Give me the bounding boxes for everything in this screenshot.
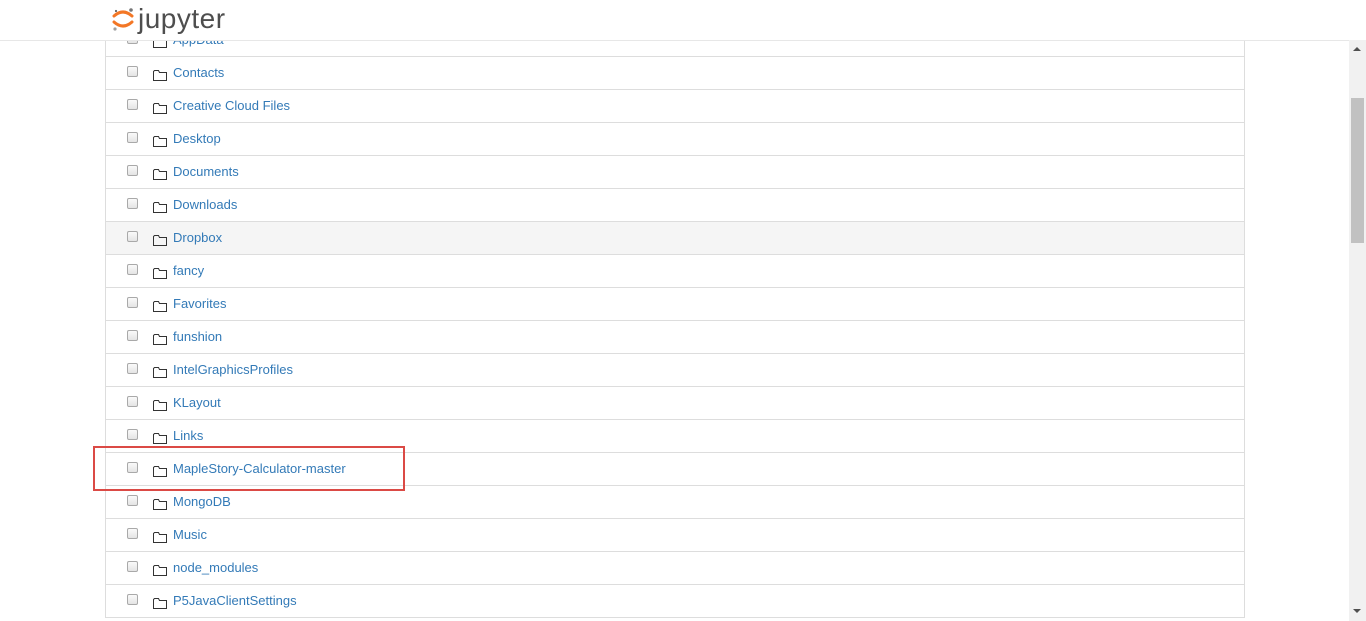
file-list-row[interactable]: node_modules <box>106 552 1244 585</box>
folder-link[interactable]: Links <box>173 428 203 444</box>
folder-link[interactable]: Dropbox <box>173 230 222 246</box>
scrollbar-top-gap <box>1349 0 1366 40</box>
folder-link[interactable]: Contacts <box>173 65 224 81</box>
file-list-row[interactable]: Desktop <box>106 123 1244 156</box>
file-list-row[interactable]: Links <box>106 420 1244 453</box>
row-checkbox[interactable] <box>127 264 138 275</box>
notebook-header: jupyter <box>0 0 1349 41</box>
folder-link[interactable]: fancy <box>173 263 204 279</box>
file-list-row[interactable]: Downloads <box>106 189 1244 222</box>
folder-icon <box>153 464 167 477</box>
file-list-row[interactable]: Contacts <box>106 57 1244 90</box>
scroll-up-arrow-icon[interactable] <box>1353 47 1361 51</box>
folder-link[interactable]: Downloads <box>173 197 237 213</box>
row-checkbox[interactable] <box>127 561 138 572</box>
folder-link[interactable]: node_modules <box>173 560 258 576</box>
folder-icon <box>153 134 167 147</box>
folder-icon <box>153 200 167 213</box>
file-list-row[interactable]: KLayout <box>106 387 1244 420</box>
folder-link[interactable]: P5JavaClientSettings <box>173 593 297 609</box>
row-checkbox[interactable] <box>127 231 138 242</box>
folder-icon <box>153 365 167 378</box>
folder-icon <box>153 431 167 444</box>
folder-link[interactable]: Favorites <box>173 296 226 312</box>
row-checkbox[interactable] <box>127 495 138 506</box>
row-checkbox[interactable] <box>127 330 138 341</box>
jupyter-logo-icon <box>112 4 136 34</box>
folder-icon <box>153 563 167 576</box>
row-checkbox[interactable] <box>127 297 138 308</box>
folder-icon <box>153 101 167 114</box>
file-list-row[interactable]: MongoDB <box>106 486 1244 519</box>
row-checkbox[interactable] <box>127 528 138 539</box>
file-list-row[interactable]: funshion <box>106 321 1244 354</box>
file-list-row[interactable]: MapleStory-Calculator-master <box>106 453 1244 486</box>
file-list-row[interactable]: Creative Cloud Files <box>106 90 1244 123</box>
folder-link[interactable]: Music <box>173 527 207 543</box>
row-checkbox[interactable] <box>127 198 138 209</box>
folder-link[interactable]: MapleStory-Calculator-master <box>173 461 346 477</box>
folder-link[interactable]: Documents <box>173 164 239 180</box>
row-checkbox[interactable] <box>127 132 138 143</box>
file-list-row[interactable]: Documents <box>106 156 1244 189</box>
folder-link[interactable]: IntelGraphicsProfiles <box>173 362 293 378</box>
row-checkbox[interactable] <box>127 99 138 110</box>
folder-icon <box>153 299 167 312</box>
row-checkbox[interactable] <box>127 594 138 605</box>
folder-link[interactable]: Desktop <box>173 131 221 147</box>
file-list: AppDataContactsCreative Cloud FilesDeskt… <box>105 24 1245 618</box>
folder-icon <box>153 596 167 609</box>
folder-link[interactable]: funshion <box>173 329 222 345</box>
folder-icon <box>153 233 167 246</box>
row-checkbox[interactable] <box>127 462 138 473</box>
scroll-thumb[interactable] <box>1351 98 1364 243</box>
file-list-row[interactable]: Favorites <box>106 288 1244 321</box>
folder-icon <box>153 497 167 510</box>
row-checkbox[interactable] <box>127 396 138 407</box>
file-list-row[interactable]: Music <box>106 519 1244 552</box>
row-checkbox[interactable] <box>127 363 138 374</box>
row-checkbox[interactable] <box>127 66 138 77</box>
folder-icon <box>153 167 167 180</box>
logo-text: jupyter <box>138 3 226 34</box>
folder-icon <box>153 68 167 81</box>
file-list-row[interactable]: P5JavaClientSettings <box>106 585 1244 618</box>
vertical-scrollbar[interactable] <box>1349 0 1366 621</box>
folder-icon <box>153 398 167 411</box>
file-list-row[interactable]: Dropbox <box>106 222 1244 255</box>
row-checkbox[interactable] <box>127 429 138 440</box>
folder-link[interactable]: KLayout <box>173 395 221 411</box>
file-list-row[interactable]: IntelGraphicsProfiles <box>106 354 1244 387</box>
row-checkbox[interactable] <box>127 165 138 176</box>
folder-icon <box>153 530 167 543</box>
folder-link[interactable]: MongoDB <box>173 494 231 510</box>
folder-icon <box>153 332 167 345</box>
jupyter-logo[interactable]: jupyter <box>112 3 226 35</box>
folder-link[interactable]: Creative Cloud Files <box>173 98 290 114</box>
file-list-row[interactable]: fancy <box>106 255 1244 288</box>
folder-icon <box>153 266 167 279</box>
scroll-down-arrow-icon[interactable] <box>1353 609 1361 613</box>
